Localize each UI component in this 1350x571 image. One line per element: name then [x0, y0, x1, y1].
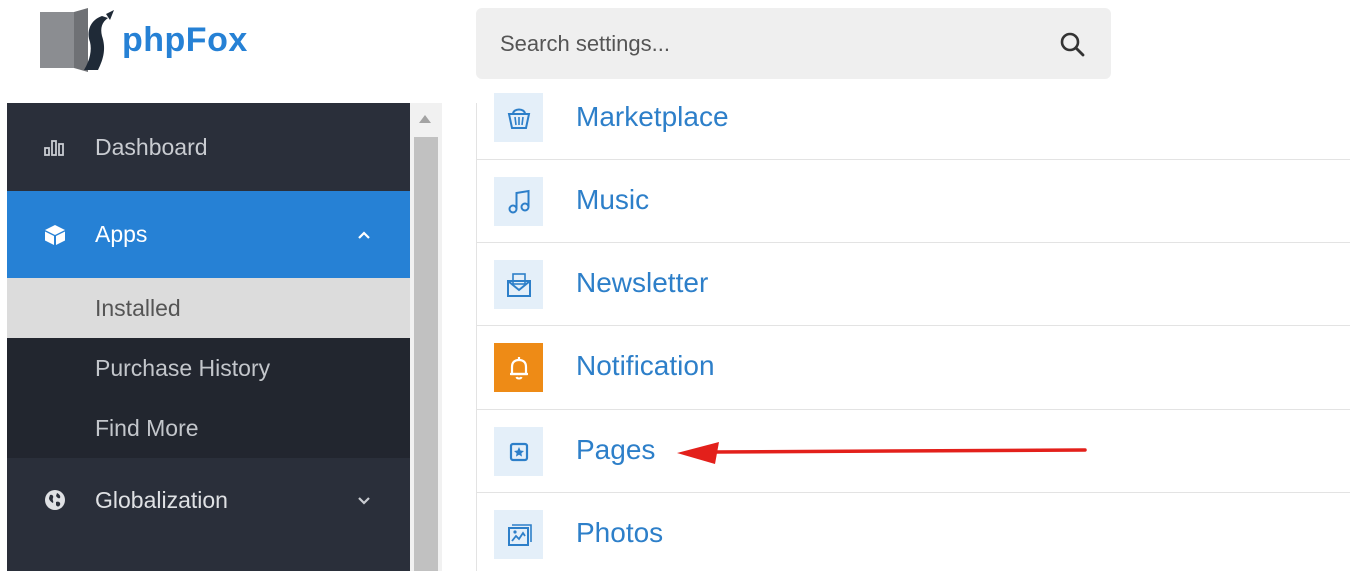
- sidebar-subitem-installed[interactable]: Installed: [7, 278, 410, 338]
- sidebar-item-label: Apps: [95, 221, 148, 247]
- app-row-notification[interactable]: Notification: [477, 326, 1350, 410]
- app-row-photos[interactable]: Photos: [477, 493, 1350, 571]
- photo-icon: [494, 510, 543, 559]
- globe-icon: [44, 489, 66, 511]
- sidebar-item-label: Globalization: [95, 486, 228, 513]
- sidebar-subitem-label: Find More: [95, 414, 199, 441]
- sidebar-subitem-label: Installed: [95, 294, 181, 321]
- sidebar-subitem-find-more[interactable]: Find More: [7, 398, 410, 458]
- sidebar-scrollbar[interactable]: [410, 103, 442, 571]
- sidebar-subitem-label: Purchase History: [95, 354, 271, 381]
- cube-icon: [44, 224, 66, 246]
- sidebar-item-globalization[interactable]: Globalization: [7, 458, 410, 542]
- basket-icon: [494, 93, 543, 142]
- app-label[interactable]: Newsletter: [576, 267, 708, 299]
- brand-name: phpFox: [122, 20, 248, 59]
- search-input[interactable]: [500, 30, 1057, 57]
- app-row-newsletter[interactable]: Newsletter: [477, 243, 1350, 326]
- bar-chart-icon: [44, 136, 66, 158]
- app-label[interactable]: Photos: [576, 517, 663, 549]
- search-icon[interactable]: [1057, 29, 1087, 59]
- scroll-thumb[interactable]: [414, 137, 438, 571]
- annotation-arrow-icon: [677, 442, 1087, 464]
- phpfox-logo-icon: [40, 8, 114, 72]
- app-label[interactable]: Marketplace: [576, 101, 729, 133]
- app-row-music[interactable]: Music: [477, 160, 1350, 243]
- apps-list: Marketplace Music Newsletter Notificatio…: [476, 93, 1350, 571]
- app-label[interactable]: Music: [576, 184, 649, 216]
- envelope-icon: [494, 260, 543, 309]
- music-note-icon: [494, 177, 543, 226]
- app-label[interactable]: Notification: [576, 350, 715, 382]
- sidebar-subitem-purchase-history[interactable]: Purchase History: [7, 338, 410, 398]
- logo[interactable]: phpFox: [40, 8, 248, 72]
- search-box[interactable]: [476, 8, 1111, 79]
- chevron-down-icon: [358, 497, 370, 505]
- sidebar-item-dashboard[interactable]: Dashboard: [7, 103, 410, 191]
- sidebar-item-apps[interactable]: Apps: [7, 191, 410, 278]
- app-label[interactable]: Pages: [576, 434, 655, 466]
- app-row-marketplace[interactable]: Marketplace: [477, 83, 1350, 160]
- sidebar-item-label: Dashboard: [95, 133, 208, 160]
- page-star-icon: [494, 427, 543, 476]
- scroll-up-arrow-icon[interactable]: [419, 115, 431, 123]
- sidebar: Dashboard Apps Installed Purchase Histor…: [7, 103, 410, 571]
- bell-icon: [494, 343, 543, 392]
- chevron-up-icon: [358, 230, 370, 239]
